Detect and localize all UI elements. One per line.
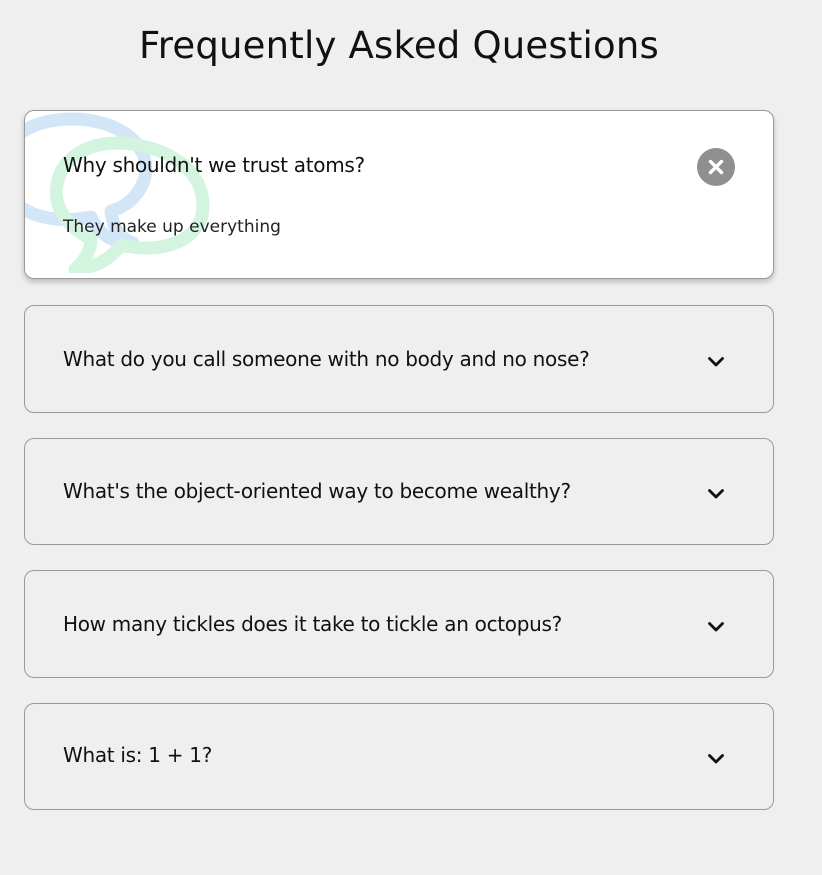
- chevron-down-icon: [708, 357, 724, 367]
- faq-toggle-button[interactable]: [696, 607, 736, 647]
- page-title: Frequently Asked Questions: [138, 24, 660, 67]
- faq-toggle-button[interactable]: [696, 474, 736, 514]
- faq-toggle-button[interactable]: [696, 342, 736, 382]
- faq-question: What's the object-oriented way to become…: [63, 479, 571, 503]
- chevron-down-icon: [708, 754, 724, 764]
- faq-toggle-button[interactable]: [696, 739, 736, 779]
- chat-bubbles-icon: [25, 112, 210, 273]
- faq-question: What do you call someone with no body an…: [63, 347, 590, 371]
- faq-item-one-plus-one[interactable]: What is: 1 + 1?: [24, 703, 774, 810]
- faq-item-octopus[interactable]: How many tickles does it take to tickle …: [24, 570, 774, 678]
- faq-toggle-button[interactable]: [696, 147, 736, 187]
- faq-item-atoms[interactable]: Why shouldn't we trust atoms? They make …: [24, 110, 774, 279]
- faq-question: Why shouldn't we trust atoms?: [63, 153, 365, 177]
- faq-question: What is: 1 + 1?: [63, 743, 213, 767]
- faq-answer: They make up everything: [63, 217, 281, 237]
- close-icon: [697, 148, 735, 186]
- chevron-down-icon: [708, 489, 724, 499]
- chevron-down-icon: [708, 622, 724, 632]
- faq-item-wealthy[interactable]: What's the object-oriented way to become…: [24, 438, 774, 545]
- faq-item-no-body[interactable]: What do you call someone with no body an…: [24, 305, 774, 413]
- faq-question: How many tickles does it take to tickle …: [63, 612, 562, 636]
